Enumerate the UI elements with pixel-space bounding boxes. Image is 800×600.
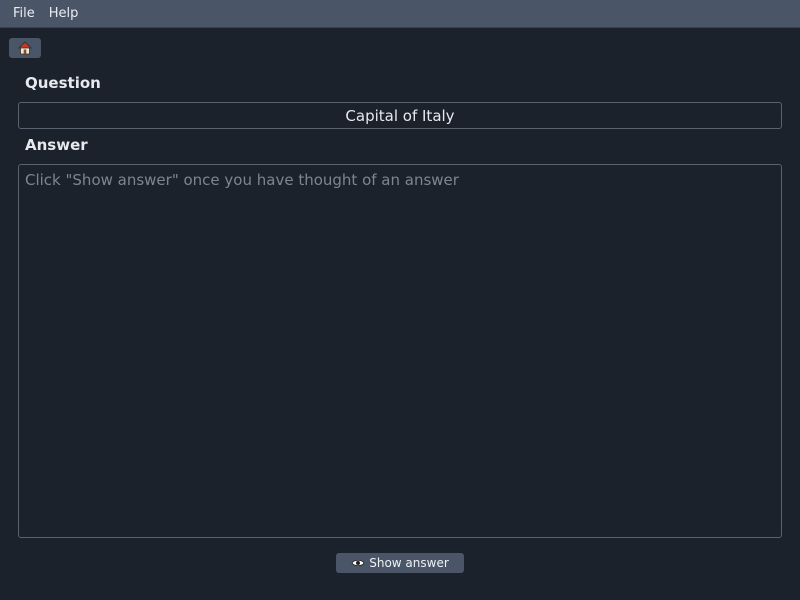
show-answer-button[interactable]: Show answer	[336, 553, 464, 573]
show-answer-label: Show answer	[369, 556, 449, 570]
menu-help[interactable]: Help	[42, 0, 86, 28]
question-field: Capital of Italy	[18, 102, 782, 129]
menu-bar: File Help	[0, 0, 800, 28]
answer-textarea[interactable]: Click "Show answer" once you have though…	[18, 164, 782, 538]
home-icon	[18, 41, 32, 55]
home-button[interactable]	[9, 38, 41, 58]
eye-icon	[351, 559, 365, 567]
question-text: Capital of Italy	[345, 106, 455, 125]
answer-label: Answer	[25, 136, 88, 154]
question-label: Question	[25, 74, 101, 92]
answer-placeholder: Click "Show answer" once you have though…	[25, 171, 459, 189]
menu-file[interactable]: File	[6, 0, 42, 28]
